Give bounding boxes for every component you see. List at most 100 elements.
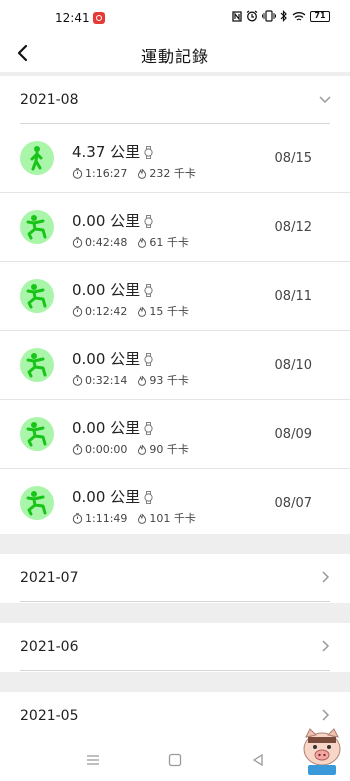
watch-icon <box>144 353 153 366</box>
activity-avatar <box>20 141 54 175</box>
workout-figure-icon <box>26 215 47 240</box>
section-gap <box>0 672 350 692</box>
flame-icon <box>138 237 147 248</box>
stopwatch-icon <box>72 167 83 179</box>
home-square-icon[interactable] <box>168 753 182 767</box>
divider <box>20 601 330 602</box>
record-calories: 101 千卡 <box>149 512 196 525</box>
month-header-2021-07[interactable]: 2021-07 <box>0 554 350 602</box>
watch-icon <box>144 284 153 297</box>
status-time: 12:41 <box>55 11 90 25</box>
stopwatch-icon <box>72 443 83 455</box>
chevron-right-icon <box>322 709 330 721</box>
record-row[interactable]: 0.00 公里 1:11:49 101 千卡 08/07 <box>0 469 350 538</box>
record-duration: 1:16:27 <box>85 166 128 180</box>
month-label: 2021-05 <box>20 708 79 724</box>
record-date: 08/10 <box>274 358 312 373</box>
month-header-2021-05[interactable]: 2021-05 <box>0 692 350 740</box>
activity-avatar <box>20 348 54 382</box>
menu-icon[interactable] <box>86 753 100 767</box>
record-meta: 0:00:00 90 千卡 <box>72 441 189 457</box>
notification-icon <box>93 12 105 24</box>
flame-icon <box>138 513 147 524</box>
record-distance: 0.00 公里 <box>72 488 141 506</box>
page-title: 運動記錄 <box>140 47 209 66</box>
month-label: 2021-06 <box>20 639 79 655</box>
activity-avatar <box>20 279 54 313</box>
record-meta: 0:32:14 93 千卡 <box>72 372 189 388</box>
record-distance: 0.00 公里 <box>72 281 141 299</box>
record-duration: 0:32:14 <box>85 373 128 387</box>
record-distance: 0.00 公里 <box>72 212 141 230</box>
walking-figure-icon <box>30 146 43 171</box>
record-calories: 93 千卡 <box>149 374 189 387</box>
workout-figure-icon <box>26 422 47 447</box>
record-row[interactable]: 0.00 公里 0:42:48 61 千卡 08/12 <box>0 193 350 262</box>
record-date: 08/15 <box>274 151 312 166</box>
record-duration: 0:42:48 <box>85 235 128 249</box>
record-date: 08/11 <box>274 289 312 304</box>
section-gap <box>0 603 350 623</box>
record-row[interactable]: 0.00 公里 0:00:00 90 千卡 08/09 <box>0 400 350 469</box>
watch-icon <box>144 422 153 435</box>
record-duration: 0:12:42 <box>85 304 128 318</box>
record-row[interactable]: 0.00 公里 0:32:14 93 千卡 08/10 <box>0 331 350 400</box>
record-meta: 0:12:42 15 千卡 <box>72 303 189 319</box>
record-meta: 1:16:27 232 千卡 <box>72 165 196 181</box>
workout-figure-icon <box>26 491 47 516</box>
stopwatch-icon <box>72 374 83 386</box>
chevron-down-icon <box>319 96 331 104</box>
stopwatch-icon <box>72 236 83 248</box>
watch-icon <box>144 215 153 228</box>
nfc-icon <box>232 10 242 22</box>
record-distance: 0.00 公里 <box>72 350 141 368</box>
battery-icon: 71 <box>310 10 330 22</box>
record-calories: 61 千卡 <box>149 236 189 249</box>
bluetooth-icon <box>280 10 287 22</box>
record-row[interactable]: 4.37 公里 1:16:27 232 千卡 08/15 <box>0 124 350 193</box>
record-row[interactable]: 0.00 公里 0:12:42 15 千卡 08/11 <box>0 262 350 331</box>
stopwatch-icon <box>72 512 83 524</box>
back-triangle-icon[interactable] <box>251 753 265 767</box>
wifi-icon <box>292 11 306 21</box>
record-distance: 0.00 公里 <box>72 419 141 437</box>
month-header-2021-08[interactable]: 2021-08 <box>0 76 350 124</box>
flame-icon <box>138 168 147 179</box>
watch-icon <box>144 146 153 159</box>
month-header-2021-06[interactable]: 2021-06 <box>0 623 350 671</box>
record-distance: 4.37 公里 <box>72 143 141 161</box>
stopwatch-icon <box>72 305 83 317</box>
record-calories: 15 千卡 <box>149 305 189 318</box>
month-label: 2021-08 <box>20 92 79 108</box>
activity-avatar <box>20 210 54 244</box>
workout-figure-icon <box>26 353 47 378</box>
alarm-icon <box>246 10 258 22</box>
record-meta: 1:11:49 101 千卡 <box>72 510 196 526</box>
app-header: 運動記錄 <box>0 36 350 72</box>
record-date: 08/07 <box>274 496 312 511</box>
record-duration: 0:00:00 <box>85 442 128 456</box>
flame-icon <box>138 444 147 455</box>
record-calories: 90 千卡 <box>149 443 189 456</box>
chevron-right-icon <box>322 571 330 583</box>
flame-icon <box>138 375 147 386</box>
record-calories: 232 千卡 <box>149 167 196 180</box>
month-label: 2021-07 <box>20 570 79 586</box>
watch-icon <box>144 491 153 504</box>
status-icons: 71 <box>232 10 330 22</box>
system-nav-bar <box>0 741 350 781</box>
mascot-watermark-icon <box>303 728 341 775</box>
record-date: 08/09 <box>274 427 312 442</box>
vibrate-icon <box>262 10 276 22</box>
record-meta: 0:42:48 61 千卡 <box>72 234 189 250</box>
flame-icon <box>138 306 147 317</box>
activity-avatar <box>20 417 54 451</box>
record-duration: 1:11:49 <box>85 511 128 525</box>
workout-figure-icon <box>26 284 47 309</box>
status-bar: 12:41 71 <box>0 0 350 36</box>
chevron-right-icon <box>322 640 330 652</box>
divider <box>20 670 330 671</box>
section-gap <box>0 534 350 554</box>
activity-avatar <box>20 486 54 520</box>
record-date: 08/12 <box>274 220 312 235</box>
